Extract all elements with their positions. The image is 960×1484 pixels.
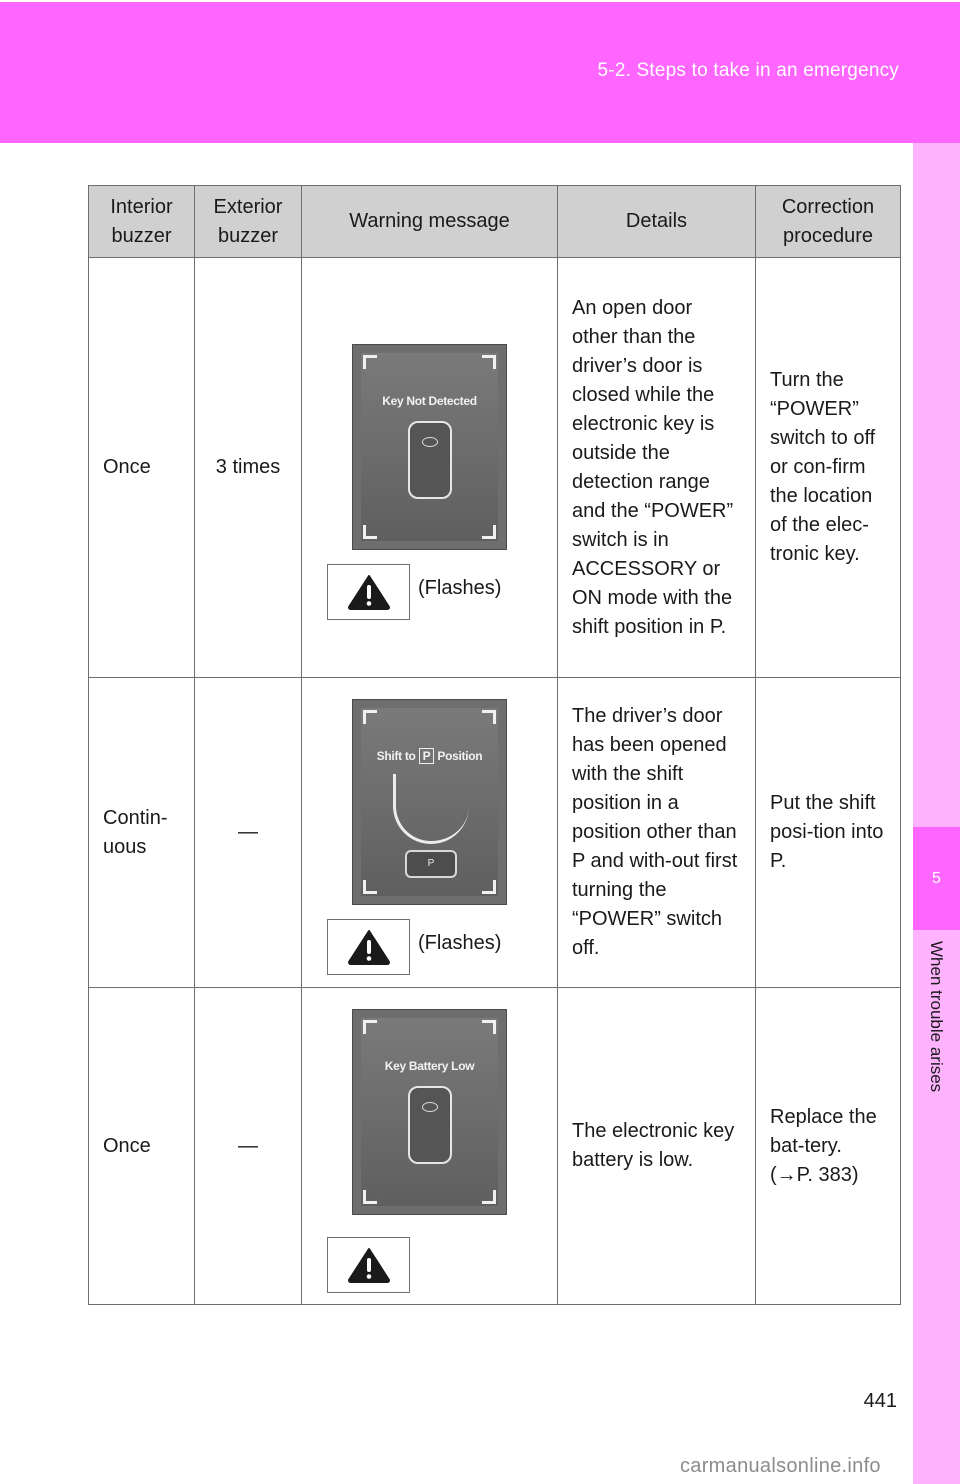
details-cell: The driver’s door has been opened with t…: [557, 677, 756, 988]
display-screen-image: Key Battery Low: [352, 1009, 507, 1215]
exterior-buzzer-cell: —: [194, 987, 302, 1305]
warning-light-box: [327, 1237, 410, 1293]
warning-triangle-icon: [347, 930, 390, 965]
display-message-text: Key Not Detected: [382, 394, 477, 408]
column-header-details: Details: [557, 185, 756, 258]
column-header-correction-procedure: Correction procedure: [755, 185, 901, 258]
correction-cell: Put the shift posi-tion into P.: [755, 677, 901, 988]
chapter-label: When trouble arises: [927, 941, 946, 1093]
warning-message-cell: Key Battery Low: [301, 987, 558, 1305]
flashes-note: (Flashes): [418, 932, 502, 954]
warning-light-box: [327, 919, 410, 975]
display-screen-image: Key Not Detected: [352, 344, 507, 550]
page-number: 441: [863, 1390, 897, 1412]
column-header-exterior-buzzer: Exterior buzzer: [194, 185, 302, 258]
display-message-text: Key Battery Low: [384, 1059, 475, 1073]
section-title: 5-2. Steps to take in an emergency: [597, 60, 899, 81]
details-cell: The electronic key battery is low.: [557, 987, 756, 1305]
table-row: Contin-uous — Shift to P Position P (Fla…: [88, 677, 901, 988]
correction-cell: Turn the “POWER” switch to off or con-fi…: [755, 257, 901, 678]
column-header-interior-buzzer: Interior buzzer: [88, 185, 195, 258]
table-row: Once 3 times Key Not Detected (Flashes) …: [88, 257, 901, 678]
exterior-buzzer-cell: —: [194, 677, 302, 988]
table-row: Once — Key Battery Low The electronic ke…: [88, 987, 901, 1305]
table-header-row: Interior buzzer Exterior buzzer Warning me…: [88, 185, 901, 258]
warning-light-box: [327, 564, 410, 620]
p-badge: P: [418, 748, 435, 764]
warning-triangle-icon: [347, 1248, 390, 1283]
display-message-text: Shift to P Position: [376, 748, 483, 764]
warning-message-cell: Shift to P Position P (Flashes): [301, 677, 558, 988]
p-position-button-icon: P: [405, 850, 457, 878]
warning-table: Interior buzzer Exterior buzzer Warning me…: [88, 185, 901, 1305]
flashes-note: (Flashes): [418, 577, 502, 599]
key-fob-icon: [408, 1086, 452, 1164]
interior-buzzer-cell: Once: [88, 987, 195, 1305]
column-header-warning-message: Warning message: [301, 185, 558, 258]
warning-triangle-icon: [347, 575, 390, 610]
interior-buzzer-cell: Contin-uous: [88, 677, 195, 988]
interior-buzzer-cell: Once: [88, 257, 195, 678]
warning-message-cell: Key Not Detected (Flashes): [301, 257, 558, 678]
details-cell: An open door other than the driver’s doo…: [557, 257, 756, 678]
chapter-number-tab[interactable]: 5: [913, 827, 960, 930]
display-screen-image: Shift to P Position P: [352, 699, 507, 905]
chapter-side-tab: [913, 143, 960, 1484]
watermark-link[interactable]: carmanualsonline.info: [680, 1455, 881, 1478]
correction-cell: Replace the bat-tery. (→P. 383): [755, 987, 901, 1305]
key-fob-icon: [408, 421, 452, 499]
exterior-buzzer-cell: 3 times: [194, 257, 302, 678]
